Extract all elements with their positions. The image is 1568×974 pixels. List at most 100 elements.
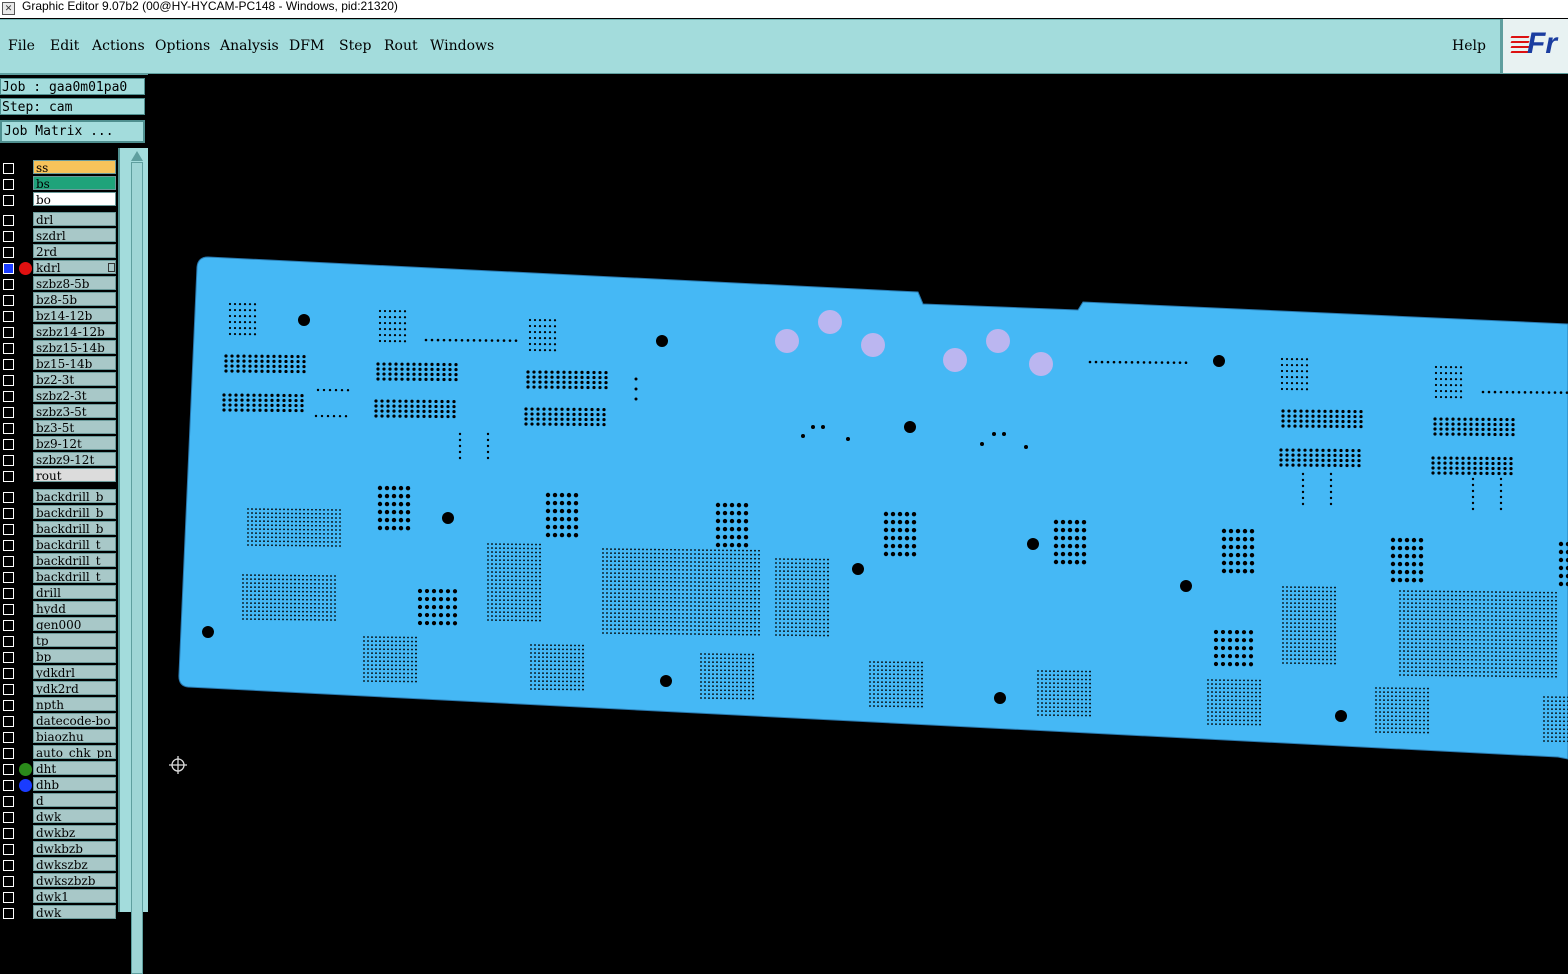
layer-name[interactable]: szbz14-12b bbox=[33, 324, 116, 338]
layer-checkbox[interactable] bbox=[3, 556, 14, 567]
layer-name[interactable]: dwkbzb bbox=[33, 841, 116, 855]
layer-checkbox[interactable] bbox=[3, 359, 14, 370]
layer-name[interactable]: npth bbox=[33, 697, 116, 711]
menu-step[interactable]: Step bbox=[339, 38, 371, 54]
layer-name[interactable]: backdrill_b bbox=[33, 489, 116, 503]
layer-checkbox[interactable] bbox=[3, 812, 14, 823]
layer-checkbox[interactable] bbox=[3, 343, 14, 354]
layer-name[interactable]: szbz3-5t bbox=[33, 404, 116, 418]
layer-checkbox[interactable] bbox=[3, 780, 14, 791]
layer-checkbox[interactable] bbox=[3, 439, 14, 450]
layer-checkbox[interactable] bbox=[3, 179, 14, 190]
job-matrix-button[interactable]: Job Matrix ... bbox=[0, 120, 145, 143]
layer-name[interactable]: dwkbz bbox=[33, 825, 116, 839]
layer-name[interactable]: dwkszbzb bbox=[33, 873, 116, 887]
layer-checkbox[interactable] bbox=[3, 231, 14, 242]
layer-checkbox[interactable] bbox=[3, 215, 14, 226]
layer-name[interactable]: ydk2rd bbox=[33, 681, 116, 695]
layer-name[interactable]: szdrl bbox=[33, 228, 116, 242]
layer-checkbox[interactable] bbox=[3, 423, 14, 434]
layer-checkbox[interactable] bbox=[3, 471, 14, 482]
layer-name[interactable]: bz2-3t bbox=[33, 372, 116, 386]
layer-name[interactable]: kdrl bbox=[33, 260, 116, 274]
layer-checkbox[interactable] bbox=[3, 748, 14, 759]
layer-name[interactable]: szbz2-3t bbox=[33, 388, 116, 402]
menu-dfm[interactable]: DFM bbox=[289, 38, 324, 54]
layer-color-dot-icon[interactable] bbox=[19, 262, 32, 275]
scrollbar-thumb[interactable] bbox=[131, 162, 143, 974]
layer-name[interactable]: dwk bbox=[33, 905, 116, 919]
layer-name[interactable]: bz8-5b bbox=[33, 292, 116, 306]
layer-checkbox[interactable] bbox=[3, 844, 14, 855]
layer-checkbox[interactable] bbox=[3, 572, 14, 583]
layer-name[interactable]: bs bbox=[33, 176, 116, 190]
board-view[interactable] bbox=[148, 74, 1568, 912]
layer-checkbox[interactable] bbox=[3, 860, 14, 871]
layer-name[interactable]: auto_chk_pn bbox=[33, 745, 116, 759]
layer-checkbox[interactable] bbox=[3, 375, 14, 386]
layer-name[interactable]: bo bbox=[33, 192, 116, 206]
layer-name[interactable]: dwk1 bbox=[33, 889, 116, 903]
menu-actions[interactable]: Actions bbox=[92, 38, 145, 54]
layer-checkbox[interactable] bbox=[3, 391, 14, 402]
layer-name[interactable]: gen000 bbox=[33, 617, 116, 631]
layer-name[interactable]: biaozhu bbox=[33, 729, 116, 743]
layer-color-dot-icon[interactable] bbox=[19, 779, 32, 792]
layer-list-scrollbar[interactable] bbox=[118, 148, 148, 912]
layer-checkbox[interactable] bbox=[3, 908, 14, 919]
layer-name[interactable]: ydkdrl bbox=[33, 665, 116, 679]
layer-name[interactable]: bz3-5t bbox=[33, 420, 116, 434]
layer-name[interactable]: backdrill_t bbox=[33, 553, 116, 567]
layer-name[interactable]: dwkszbz bbox=[33, 857, 116, 871]
layer-name[interactable]: bz15-14b bbox=[33, 356, 116, 370]
layer-name[interactable]: dht bbox=[33, 761, 116, 775]
layer-name[interactable]: szbz15-14b bbox=[33, 340, 116, 354]
layer-name[interactable]: backdrill_b bbox=[33, 505, 116, 519]
layer-name[interactable]: dhb bbox=[33, 777, 116, 791]
layer-name[interactable]: backdrill_t bbox=[33, 569, 116, 583]
layer-checkbox[interactable] bbox=[3, 716, 14, 727]
layer-name[interactable]: d bbox=[33, 793, 116, 807]
layer-name[interactable]: backdrill_t bbox=[33, 537, 116, 551]
layer-checkbox[interactable] bbox=[3, 311, 14, 322]
layer-checkbox[interactable] bbox=[3, 327, 14, 338]
layer-name[interactable]: backdrill_b bbox=[33, 521, 116, 535]
menu-file[interactable]: File bbox=[8, 38, 35, 54]
menu-help[interactable]: Help bbox=[1452, 38, 1486, 54]
layer-color-dot-icon[interactable] bbox=[19, 763, 32, 776]
layer-checkbox[interactable] bbox=[3, 764, 14, 775]
layer-checkbox[interactable] bbox=[3, 279, 14, 290]
layer-name[interactable]: tp bbox=[33, 633, 116, 647]
layer-checkbox[interactable] bbox=[3, 668, 14, 679]
layer-checkbox[interactable] bbox=[3, 295, 14, 306]
layer-name[interactable]: dwk bbox=[33, 809, 116, 823]
layer-name[interactable]: szbz9-12t bbox=[33, 452, 116, 466]
layer-checkbox[interactable] bbox=[3, 540, 14, 551]
menu-options[interactable]: Options bbox=[155, 38, 210, 54]
layer-checkbox[interactable] bbox=[3, 263, 14, 274]
menu-windows[interactable]: Windows bbox=[430, 38, 494, 54]
layer-checkbox[interactable] bbox=[3, 407, 14, 418]
layer-name[interactable]: bp bbox=[33, 649, 116, 663]
layer-checkbox[interactable] bbox=[3, 524, 14, 535]
layer-checkbox[interactable] bbox=[3, 247, 14, 258]
graphic-canvas[interactable] bbox=[148, 74, 1568, 912]
layer-checkbox[interactable] bbox=[3, 684, 14, 695]
layer-checkbox[interactable] bbox=[3, 732, 14, 743]
layer-name[interactable]: szbz8-5b bbox=[33, 276, 116, 290]
layer-name[interactable]: drl bbox=[33, 212, 116, 226]
menu-edit[interactable]: Edit bbox=[50, 38, 79, 54]
layer-name[interactable]: ss bbox=[33, 160, 116, 174]
layer-checkbox[interactable] bbox=[3, 492, 14, 503]
layer-checkbox[interactable] bbox=[3, 163, 14, 174]
scroll-up-arrow-icon[interactable] bbox=[131, 151, 143, 161]
layer-name[interactable]: hydd bbox=[33, 601, 116, 615]
layer-name[interactable]: rout bbox=[33, 468, 116, 482]
layer-checkbox[interactable] bbox=[3, 604, 14, 615]
layer-checkbox[interactable] bbox=[3, 508, 14, 519]
menu-rout[interactable]: Rout bbox=[384, 38, 418, 54]
menu-analysis[interactable]: Analysis bbox=[220, 38, 279, 54]
layer-checkbox[interactable] bbox=[3, 700, 14, 711]
layer-checkbox[interactable] bbox=[3, 620, 14, 631]
layer-checkbox[interactable] bbox=[3, 455, 14, 466]
